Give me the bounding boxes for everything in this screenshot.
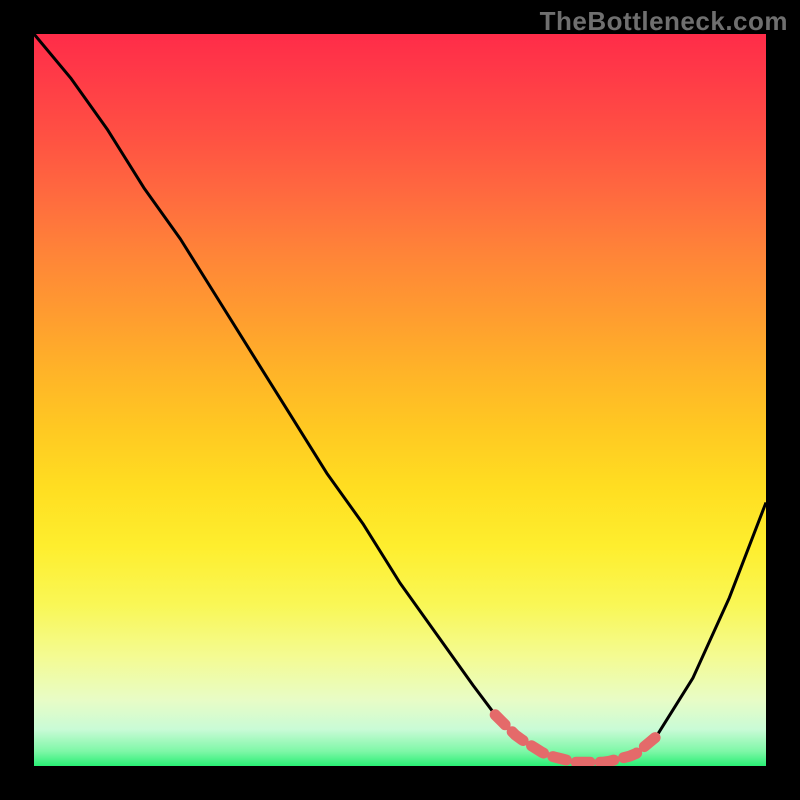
watermark-label: TheBottleneck.com — [540, 6, 788, 37]
plot-area — [34, 34, 766, 766]
optimal-zone-marker — [495, 715, 656, 763]
bottleneck-curve — [34, 34, 766, 766]
curve-line — [34, 34, 766, 762]
chart-canvas: TheBottleneck.com — [0, 0, 800, 800]
